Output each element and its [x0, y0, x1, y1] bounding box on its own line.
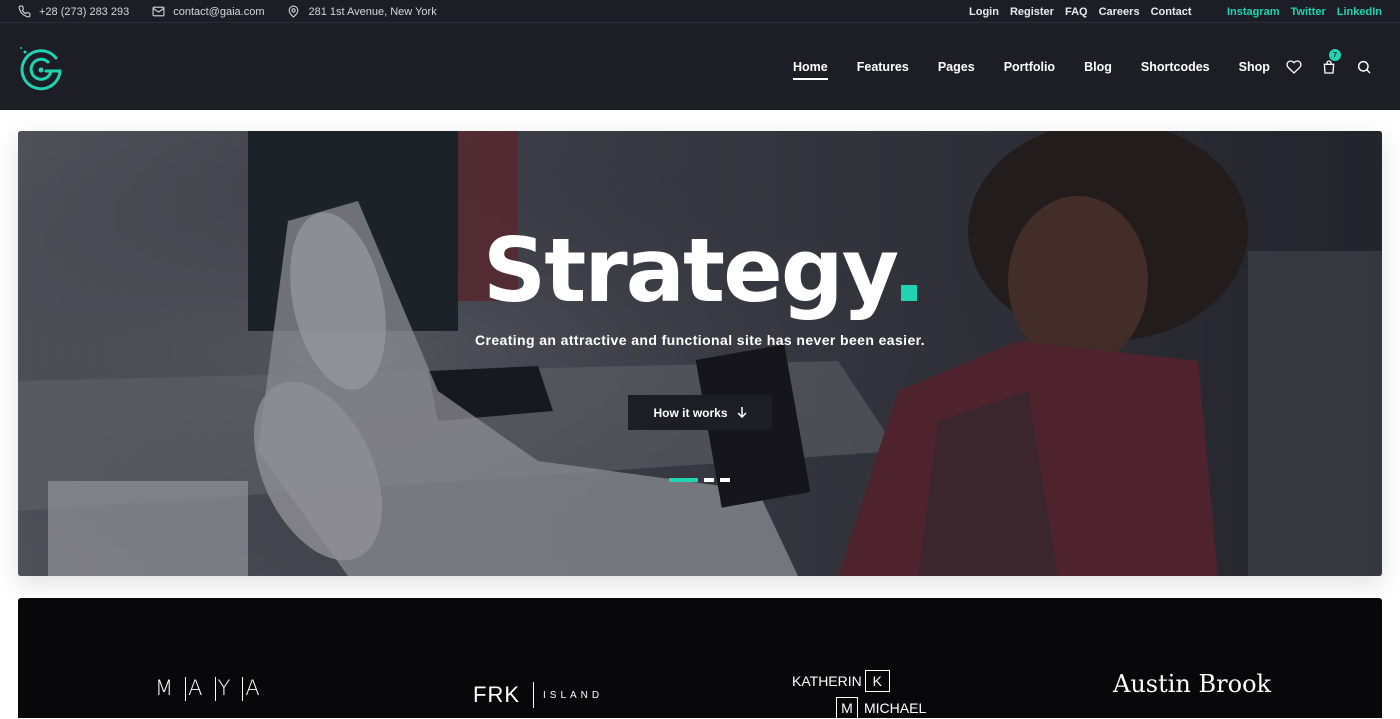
client-logos-section: MAYA FRK ISLAND KATHERIN K M MICHAEL Austi…	[18, 598, 1382, 719]
slider-dot-3[interactable]	[720, 478, 730, 482]
brand-logo-frk-island: FRK ISLAND	[473, 682, 603, 708]
phone-icon	[18, 5, 31, 18]
address-contact: 281 1st Avenue, New York	[287, 5, 437, 18]
careers-link[interactable]: Careers	[1099, 6, 1140, 18]
linkedin-link[interactable]: LinkedIn	[1337, 6, 1382, 18]
contact-info: +28 (273) 283 293 contact@gaia.com 281 1…	[18, 0, 460, 23]
phone-text: +28 (273) 283 293	[39, 5, 130, 18]
how-it-works-button[interactable]: How it works	[628, 395, 772, 430]
hero-title-text: Strategy	[482, 219, 899, 322]
m-box: M	[836, 697, 858, 719]
nav-item-portfolio[interactable]: Portfolio	[1004, 60, 1055, 74]
instagram-link[interactable]: Instagram	[1227, 6, 1280, 18]
heart-icon	[1286, 59, 1302, 74]
main-nav: Home Features Pages Portfolio Blog Short…	[793, 23, 1299, 110]
slider-dot-1[interactable]	[669, 478, 698, 482]
register-link[interactable]: Register	[1010, 6, 1054, 18]
michael-text: MICHAEL	[864, 700, 927, 716]
brand-logo-maya: MAYA	[155, 676, 270, 701]
logo-icon	[20, 47, 62, 91]
login-link[interactable]: Login	[969, 6, 999, 18]
how-it-works-label: How it works	[653, 405, 728, 420]
top-info-bar: +28 (273) 283 293 contact@gaia.com 281 1…	[0, 0, 1400, 23]
frk-text: FRK	[473, 682, 520, 707]
phone-contact[interactable]: +28 (273) 283 293	[18, 5, 129, 18]
twitter-link[interactable]: Twitter	[1291, 6, 1326, 18]
nav-item-blog[interactable]: Blog	[1084, 60, 1112, 74]
hero-overlay	[18, 131, 1382, 576]
site-logo[interactable]	[17, 44, 65, 92]
social-links: Instagram Twitter LinkedIn	[1216, 0, 1382, 23]
account-links: Login Register FAQ Careers Contact	[969, 0, 1203, 23]
location-pin-icon	[289, 5, 299, 18]
brand-logo-austin-brook: Austin Brook	[1113, 670, 1272, 698]
nav-item-shortcodes[interactable]: Shortcodes	[1141, 60, 1210, 74]
hero-title: Strategy	[18, 219, 1382, 322]
nav-item-pages[interactable]: Pages	[938, 60, 975, 74]
email-contact[interactable]: contact@gaia.com	[152, 5, 264, 18]
arrow-down-icon	[736, 407, 747, 418]
slider-dot-2[interactable]	[704, 478, 714, 482]
nav-item-features[interactable]: Features	[857, 60, 909, 74]
maya-letter: A	[188, 676, 213, 700]
cart-button[interactable]: 7	[1321, 48, 1341, 75]
maya-letter: Y	[217, 676, 241, 700]
contact-link[interactable]: Contact	[1151, 6, 1192, 18]
slider-pagination	[669, 478, 736, 482]
nav-item-home[interactable]: Home	[793, 60, 828, 80]
maya-letter: A	[245, 676, 270, 700]
main-header: Home Features Pages Portfolio Blog Short…	[0, 23, 1400, 110]
header-actions: 7	[1286, 23, 1391, 110]
wishlist-button[interactable]	[1286, 59, 1302, 75]
search-button[interactable]	[1356, 59, 1372, 75]
faq-link[interactable]: FAQ	[1065, 6, 1088, 18]
brand-logo-katherin-michael: KATHERIN K M MICHAEL	[792, 670, 926, 719]
mail-icon	[152, 6, 165, 17]
island-text: ISLAND	[543, 689, 604, 701]
shopping-bag-icon	[1323, 59, 1335, 74]
hero-subtitle: Creating an attractive and functional si…	[474, 332, 926, 348]
email-text: contact@gaia.com	[173, 5, 265, 18]
hero-slider: Strategy Creating an attractive and func…	[18, 131, 1382, 576]
katherin-text: KATHERIN	[792, 673, 862, 689]
maya-letter: M	[155, 676, 184, 700]
k-box: K	[864, 670, 890, 692]
cart-count-badge: 7	[1329, 48, 1341, 61]
accent-square	[901, 285, 918, 301]
address-text: 281 1st Avenue, New York	[308, 5, 437, 18]
search-icon	[1357, 60, 1371, 74]
nav-item-shop[interactable]: Shop	[1239, 60, 1270, 74]
